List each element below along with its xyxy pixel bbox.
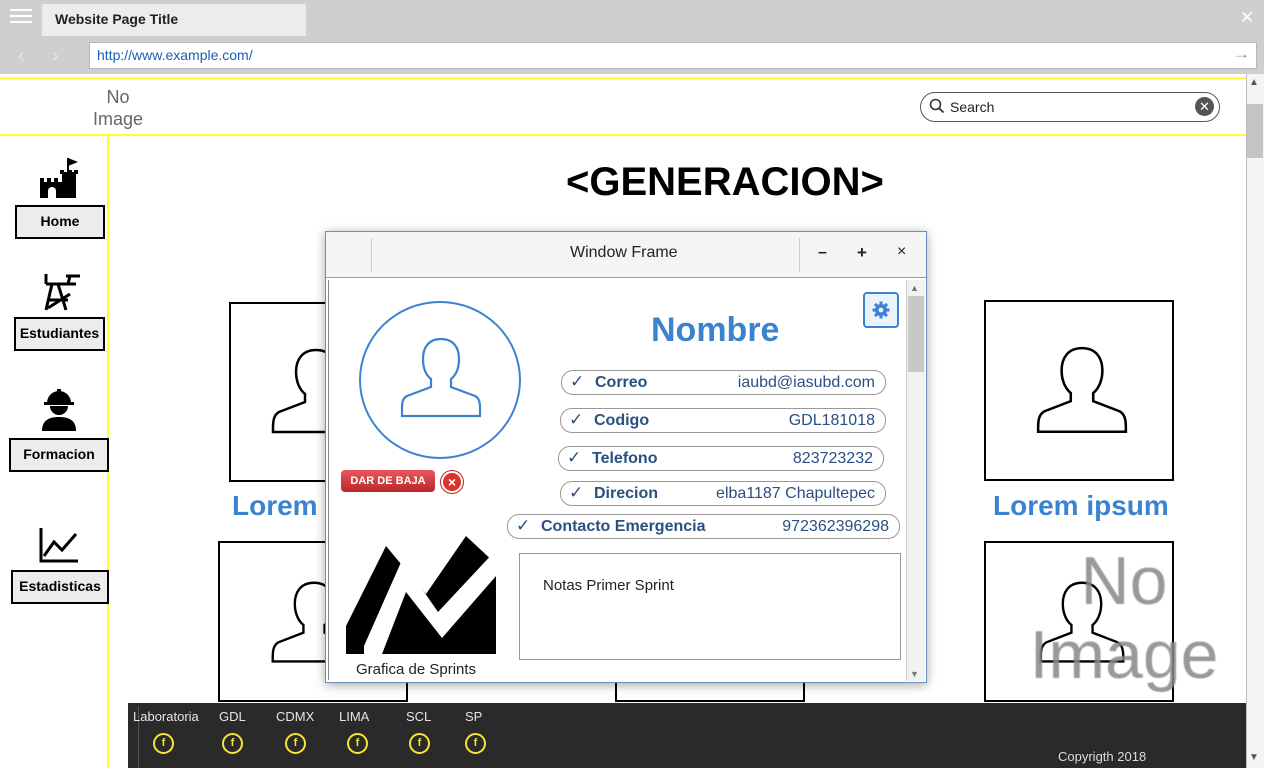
person-icon [1036,346,1128,434]
titlebar-divider [799,238,800,272]
titlebar-divider [371,238,372,272]
tab-title: Website Page Title [55,11,179,27]
header-top-divider [0,77,1246,79]
field-value: 823723232 [792,450,873,467]
field-label: Telefono [592,450,658,467]
settings-button[interactable] [863,292,899,328]
check-icon: ✓ [567,448,582,467]
sidebar-item-formacion[interactable]: Formacion [9,438,109,472]
sidebar-item-home[interactable]: Home [15,205,105,239]
person-icon [400,337,482,418]
facebook-icon[interactable]: f [153,733,174,754]
desk-chair-icon [44,274,80,311]
field-telefono: ✓ Telefono 823723232 [558,446,884,471]
facebook-icon[interactable]: f [222,733,243,754]
search-placeholder: Search [950,99,995,115]
field-codigo: ✓ Codigo GDL181018 [560,408,886,433]
modal-scrollbar-thumb[interactable] [908,296,924,372]
profile-name: Nombre [651,311,780,349]
facebook-icon[interactable]: f [347,733,368,754]
check-icon: ✓ [569,410,584,429]
no-image-placeholder: No Image [1029,543,1219,693]
forward-arrow-icon[interactable]: › [52,45,59,68]
close-icon[interactable]: ✕ [1240,8,1254,28]
notes-text[interactable]: Notas Primer Sprint [543,577,674,594]
worker-icon [42,389,76,431]
minimize-button[interactable]: – [818,244,827,262]
field-value: GDL181018 [788,412,875,429]
remove-icon[interactable]: × [441,471,463,493]
footer-link-sp[interactable]: SP [465,709,482,724]
clear-search-icon[interactable]: ✕ [1195,97,1214,116]
hamburger-menu-icon[interactable] [10,9,32,27]
facebook-icon[interactable]: f [409,733,430,754]
field-label: Direcion [594,485,659,502]
gear-icon [872,301,890,319]
field-value: iaubd@iasubd.com [737,374,875,391]
footer-link-scl[interactable]: SCL [406,709,431,724]
go-arrow-icon[interactable]: → [1233,44,1250,64]
footer-link-laboratoria[interactable]: Laboratoria [133,709,199,724]
footer-link-cdmx[interactable]: CDMX [276,709,314,724]
url-text[interactable]: http://www.example.com/ [97,47,253,63]
header-bottom-divider [0,134,1246,136]
page-title: <GENERACION> [566,160,884,204]
logo-placeholder: No Image [92,87,144,129]
check-icon: ✓ [570,372,585,391]
url-bar[interactable] [89,42,1257,69]
line-chart-icon [39,528,78,563]
scroll-up-arrow-icon[interactable]: ▲ [910,283,919,293]
modal-border [328,280,329,680]
profile-card[interactable] [984,300,1174,481]
footer-link-gdl[interactable]: GDL [219,709,246,724]
scroll-down-arrow-icon[interactable]: ▼ [1249,752,1259,763]
sidebar-item-estadisticas[interactable]: Estadisticas [11,570,109,604]
check-icon: ✓ [569,483,584,502]
search-icon [929,98,945,114]
avatar [359,301,521,459]
scroll-up-arrow-icon[interactable]: ▲ [1249,77,1259,88]
field-correo: ✓ Correo iaubd@iasubd.com [561,370,886,395]
field-label: Correo [595,374,648,391]
chart-caption: Grafica de Sprints [356,661,477,678]
field-contacto-emergencia: ✓ Contacto Emergencia 972362396298 [507,514,900,539]
field-label: Contacto Emergencia [541,518,706,535]
sidebar-item-estudiantes[interactable]: Estudiantes [14,317,105,351]
footer-link-lima[interactable]: LIMA [339,709,369,724]
card-label: Lorem [232,490,318,521]
facebook-icon[interactable]: f [285,733,306,754]
dar-de-baja-button[interactable]: DAR DE BAJA [341,470,435,492]
copyright-text: Copyrigth 2018 [1058,749,1147,764]
card-label: Lorem ipsum [993,490,1169,521]
sprint-chart-icon [346,516,496,654]
scroll-down-arrow-icon[interactable]: ▼ [910,669,919,679]
field-label: Codigo [594,412,650,429]
back-arrow-icon[interactable]: ‹ [18,45,25,68]
field-direcion: ✓ Direcion elba1187 Chapultepec [560,481,886,506]
page-scrollbar-thumb[interactable] [1247,104,1263,158]
field-value: elba1187 Chapultepec [716,485,875,502]
check-icon: ✓ [516,516,531,535]
castle-icon [40,158,78,198]
page-scrollbar[interactable] [1246,74,1264,768]
maximize-button[interactable]: + [857,243,867,263]
modal-title: Window Frame [570,244,678,261]
field-value: 972362396298 [782,518,889,535]
modal-close-button[interactable]: × [897,243,906,261]
facebook-icon[interactable]: f [465,733,486,754]
notes-textarea[interactable] [519,553,901,660]
